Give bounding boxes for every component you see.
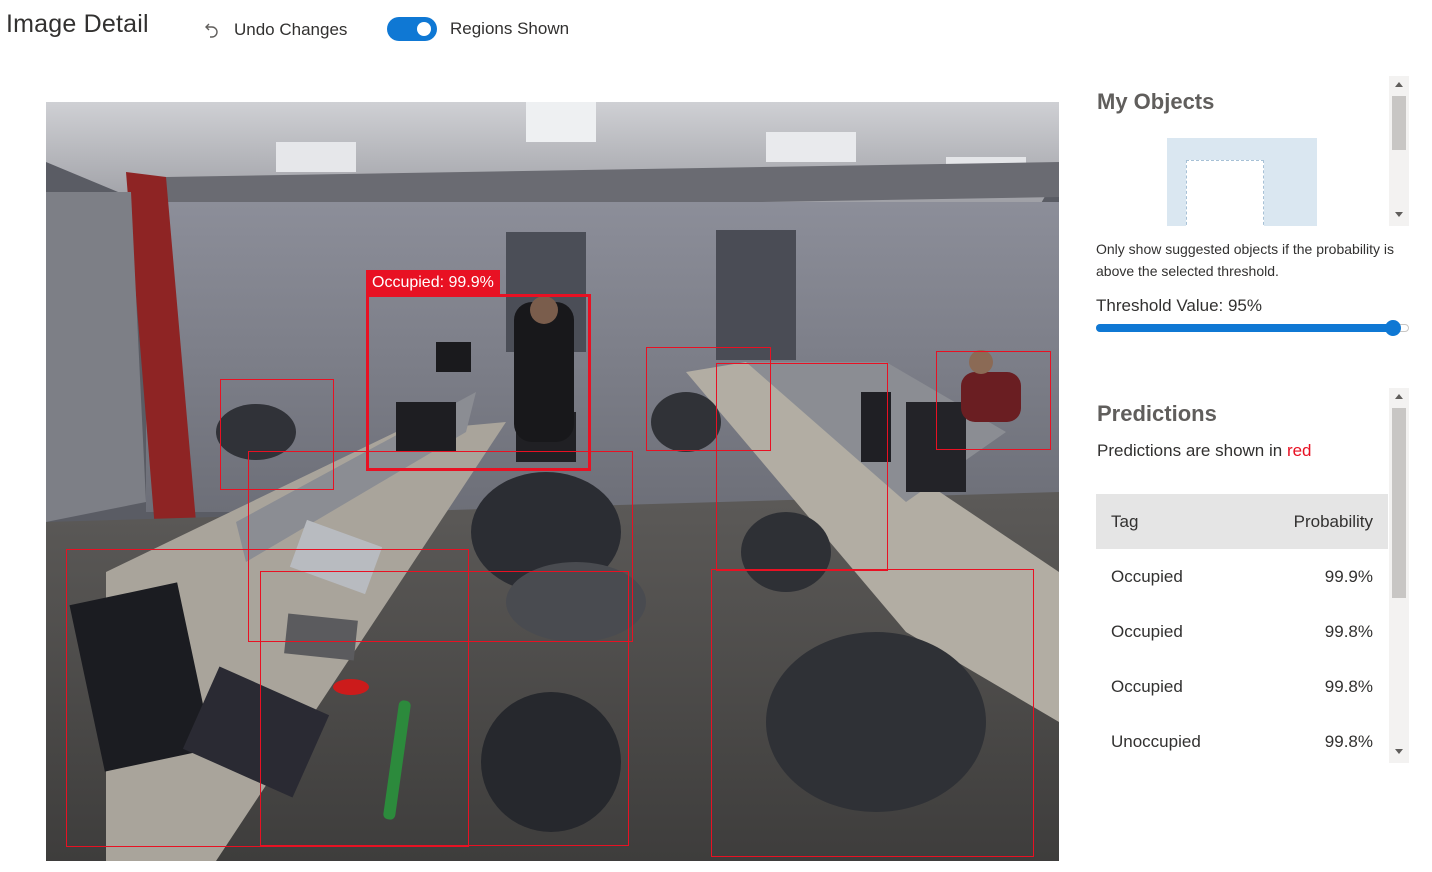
slider-fill — [1096, 324, 1393, 332]
predictions-note-color-word: red — [1286, 441, 1312, 460]
predictions-scrollbar[interactable] — [1389, 388, 1409, 763]
regions-shown-toggle[interactable] — [387, 17, 437, 41]
region-label: Occupied: 99.9% — [366, 270, 500, 296]
my-objects-panel: My Objects — [1096, 76, 1409, 226]
object-thumbnail-placeholder — [1186, 160, 1264, 226]
region-box[interactable] — [711, 569, 1034, 857]
undo-changes-button[interactable]: Undo Changes — [202, 16, 347, 44]
slider-handle[interactable] — [1385, 320, 1401, 336]
predictions-note-text: Predictions are shown in — [1097, 441, 1287, 460]
my-objects-scrollbar[interactable] — [1389, 76, 1409, 226]
table-header-row: Tag Probability — [1096, 494, 1388, 549]
column-header-tag[interactable]: Tag — [1096, 512, 1270, 532]
table-row[interactable]: Occupied 99.8% — [1096, 604, 1388, 659]
region-box[interactable] — [936, 351, 1051, 450]
table-row[interactable]: Occupied 99.8% — [1096, 659, 1388, 714]
image-viewer[interactable]: Occupied: 99.9% — [46, 102, 1059, 861]
page-title: Image Detail — [6, 10, 149, 38]
table-row[interactable]: Occupied 99.9% — [1096, 549, 1388, 604]
row-tag: Occupied — [1111, 676, 1183, 696]
header-bar: Image Detail Undo Changes Regions Shown — [0, 0, 1432, 60]
scroll-up-icon[interactable] — [1395, 394, 1403, 399]
scroll-down-icon[interactable] — [1395, 749, 1403, 754]
my-objects-title: My Objects — [1097, 89, 1215, 114]
undo-changes-label: Undo Changes — [234, 20, 348, 39]
scroll-thumb[interactable] — [1392, 96, 1406, 150]
row-probability: 99.8% — [1324, 621, 1373, 641]
row-probability: 99.8% — [1324, 731, 1373, 751]
row-tag: Occupied — [1111, 566, 1183, 586]
row-probability: 99.9% — [1324, 566, 1373, 586]
threshold-slider[interactable] — [1096, 320, 1409, 336]
row-tag: Unoccupied — [1111, 731, 1201, 751]
selected-region-box[interactable]: Occupied: 99.9% — [366, 270, 591, 471]
regions-shown-label: Regions Shown — [450, 19, 570, 38]
region-box[interactable] — [716, 363, 888, 571]
predictions-table: Tag Probability Occupied 99.9% Occupied … — [1096, 494, 1388, 763]
row-probability: 99.8% — [1324, 676, 1373, 696]
predictions-panel: Predictions Predictions are shown in red… — [1096, 388, 1409, 763]
scroll-thumb[interactable] — [1392, 408, 1406, 598]
row-tag: Occupied — [1111, 621, 1183, 641]
predictions-note: Predictions are shown in red — [1097, 441, 1312, 461]
column-header-probability[interactable]: Probability — [1270, 512, 1388, 532]
predictions-title: Predictions — [1097, 401, 1217, 426]
toggle-knob — [417, 22, 431, 36]
scroll-down-icon[interactable] — [1395, 212, 1403, 217]
threshold-note: Only show suggested objects if the proba… — [1096, 241, 1395, 279]
table-row[interactable]: Unoccupied 99.8% — [1096, 714, 1388, 763]
threshold-label: Threshold Value: 95% — [1096, 296, 1263, 315]
scroll-up-icon[interactable] — [1395, 82, 1403, 87]
region-box[interactable] — [260, 571, 629, 846]
object-thumbnail[interactable] — [1167, 138, 1317, 226]
undo-icon — [205, 23, 218, 38]
